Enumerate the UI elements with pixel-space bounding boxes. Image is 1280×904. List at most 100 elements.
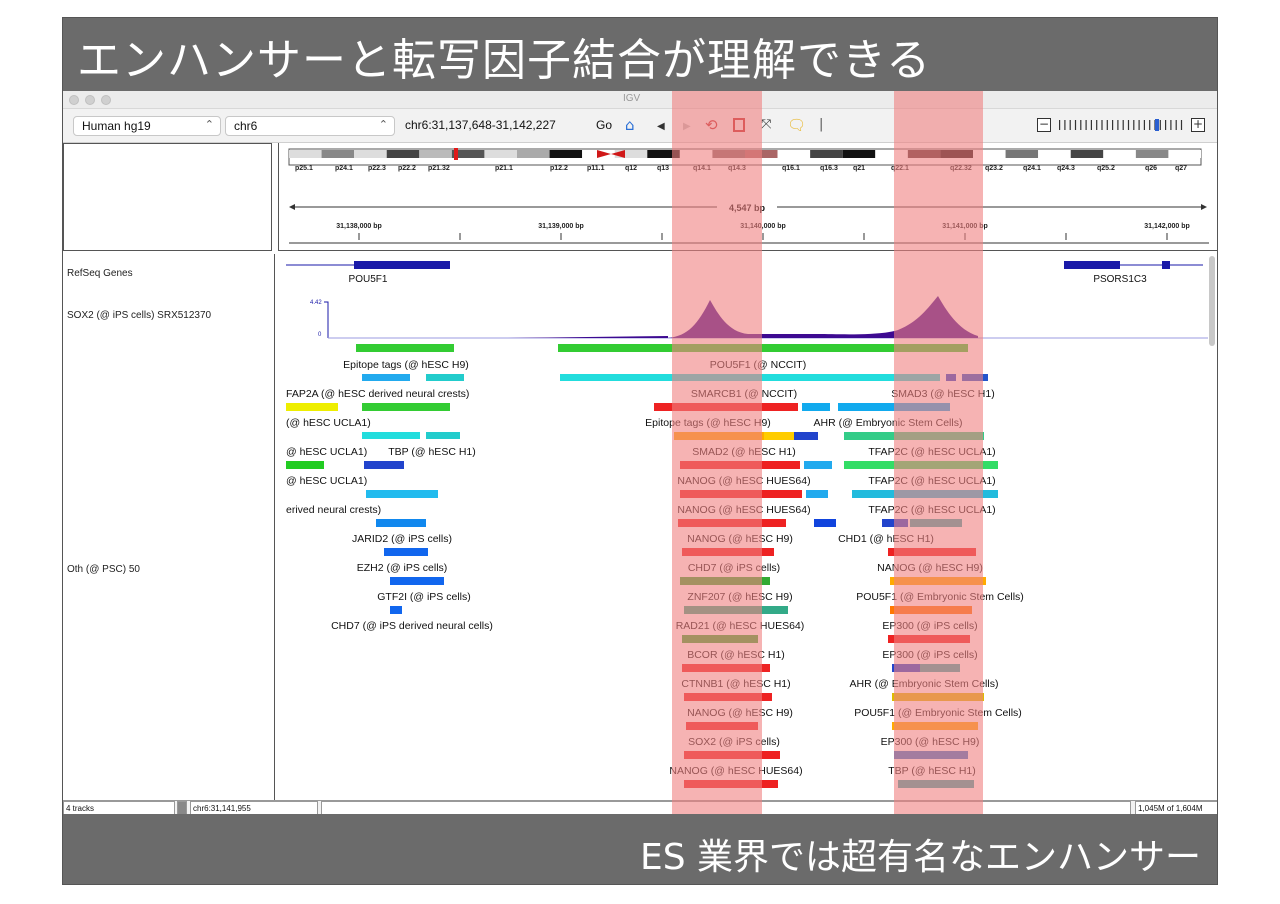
refseq-track-name[interactable]: RefSeq Genes — [67, 268, 133, 279]
zoom-tick — [1133, 120, 1135, 130]
feature-bar — [882, 519, 908, 527]
zoom-out-button[interactable]: − — [1037, 118, 1051, 132]
ideogram-band-label: q22.32 — [950, 165, 972, 172]
feature-bar — [844, 432, 984, 440]
ideogram-band — [745, 150, 778, 158]
forward-icon[interactable]: ▶ — [683, 119, 691, 135]
close-window-button[interactable] — [69, 95, 79, 105]
maximize-window-button[interactable] — [101, 95, 111, 105]
feature-bar — [806, 490, 828, 498]
signal-track-name[interactable]: SOX2 (@ iPS cells) SRX512370 — [67, 310, 211, 321]
ideogram-band — [1005, 150, 1039, 158]
feature-bar — [680, 461, 800, 469]
memory-usage: 1,045M of 1,604M — [1135, 801, 1217, 815]
feature-label: TFAP2C (@ hESC UCLA1) — [868, 475, 995, 487]
ruler-tick-label: 31,142,000 bp — [1144, 223, 1190, 230]
feature-bar — [888, 548, 976, 556]
toolbar-divider: | — [819, 117, 824, 132]
feature-label: NANOG (@ hESC H9) — [877, 562, 983, 574]
feature-label: NANOG (@ hESC HUES64) — [669, 765, 802, 777]
slide: エンハンサーと転写因子結合が理解できる IGV Human hg19 ⌃ chr… — [62, 17, 1218, 885]
feature-bar — [686, 722, 758, 730]
chromosome-select[interactable]: chr6 ⌃ — [225, 116, 395, 136]
zoom-tick — [1074, 120, 1077, 130]
zoom-tick — [1106, 120, 1108, 130]
gene-exon — [354, 261, 450, 269]
span-label: 4,547 bp — [729, 203, 766, 213]
zoom-tick — [1159, 120, 1161, 130]
ideogram-band-label: q22.1 — [891, 165, 909, 172]
gene-exon — [1162, 261, 1170, 269]
ideogram-band — [1103, 150, 1136, 158]
ideogram-band — [973, 150, 1006, 158]
zoom-tick — [1112, 120, 1114, 130]
feature-label: POU5F1 (@ Embryonic Stem Cells) — [856, 591, 1024, 603]
feature-bar — [894, 751, 968, 759]
popup-icon[interactable]: 🗨 — [787, 117, 806, 133]
feature-bar — [684, 751, 780, 759]
feature-label: BCOR (@ hESC H1) — [687, 649, 785, 661]
ideogram-band — [875, 150, 908, 158]
ideogram-band — [1070, 150, 1104, 158]
title-banner: エンハンサーと転写因子結合が理解できる — [63, 18, 1217, 91]
signal-noise — [508, 336, 668, 338]
home-icon[interactable]: ⌂ — [625, 117, 635, 133]
resize-icon[interactable]: ⤧ — [761, 117, 771, 133]
zoom-tick — [1149, 120, 1151, 130]
feature-bar — [804, 461, 832, 469]
ideogram-band — [679, 150, 713, 158]
feature-bar — [764, 432, 794, 440]
back-icon[interactable]: ◀ — [657, 119, 665, 135]
header-name-panel — [63, 143, 272, 251]
roi-icon[interactable] — [733, 118, 745, 132]
chevron-updown-icon: ⌃ — [378, 119, 388, 131]
ideogram-band — [647, 150, 680, 158]
ideogram-band — [810, 150, 843, 158]
signal-peak — [668, 296, 978, 338]
igv-window: IGV Human hg19 ⌃ chr6 ⌃ chr6:31,137,648-… — [63, 91, 1218, 815]
vertical-scrollbar[interactable] — [1209, 256, 1215, 346]
zoom-in-button[interactable]: + — [1191, 118, 1205, 132]
feature-bar — [674, 432, 764, 440]
ruler-panel: p25.1 p24.1 p22.3 p22.2 p21.32 p21.1 p12.2 p11.… — [278, 143, 1218, 251]
caption-banner: ES 業界では超有名なエンハンサー — [63, 814, 1217, 884]
oth-track-name[interactable]: Oth (@ PSC) 50 — [67, 564, 140, 575]
minimize-window-button[interactable] — [85, 95, 95, 105]
feature-bar — [684, 693, 772, 701]
ideogram-band-label: q14.3 — [728, 165, 746, 172]
feature-bar — [684, 606, 788, 614]
feature-label: JARID2 (@ iPS cells) — [352, 533, 452, 545]
ideogram-band — [484, 150, 517, 158]
feature-bar — [838, 403, 950, 411]
ideogram-band — [419, 150, 452, 158]
feature-label: erived neural crests) — [286, 504, 381, 516]
zoom-tick — [1175, 120, 1177, 130]
ideogram-ruler[interactable]: p25.1 p24.1 p22.3 p22.2 p21.32 p21.1 p12.2 p11.… — [279, 143, 1218, 251]
feature-label: @ hESC UCLA1) — [286, 475, 367, 487]
feature-bar — [362, 432, 420, 439]
feature-bar — [892, 722, 978, 730]
feature-bar — [390, 577, 444, 585]
feature-label: FAP2A (@ hESC derived neural crests) — [286, 388, 469, 400]
zoom-slider[interactable] — [1057, 119, 1187, 131]
data-panel[interactable]: POU5F1 PSORS1C3 4.42 0 Epitope tags (@ hESC … — [278, 254, 1217, 800]
feature-bar — [390, 606, 402, 614]
go-button[interactable]: Go — [596, 118, 612, 132]
feature-bar — [946, 374, 956, 381]
zoom-tick — [1180, 120, 1183, 130]
feature-label: CHD7 (@ iPS cells) — [688, 562, 780, 574]
span-arrow-right — [1201, 204, 1207, 210]
feature-label: TFAP2C (@ hESC UCLA1) — [868, 446, 995, 458]
ruler-tick-label: 31,141,000 bp — [942, 223, 988, 230]
feature-label: EZH2 (@ iPS cells) — [357, 562, 448, 574]
feature-label: GTF2I (@ iPS cells) — [377, 591, 471, 603]
zoom-tick — [1122, 120, 1124, 130]
feature-bar — [890, 577, 986, 585]
feature-label: SMAD3 (@ hESC H1) — [891, 388, 994, 400]
locus-input[interactable]: chr6:31,137,648-31,142,227 — [399, 116, 595, 136]
signal-scale-bar — [324, 301, 329, 338]
ideogram-band-label: q23.2 — [985, 165, 1003, 172]
genome-select[interactable]: Human hg19 ⌃ — [73, 116, 221, 136]
ideogram-band-label: q16.1 — [782, 165, 800, 172]
refresh-icon[interactable]: ⟲ — [705, 117, 718, 133]
